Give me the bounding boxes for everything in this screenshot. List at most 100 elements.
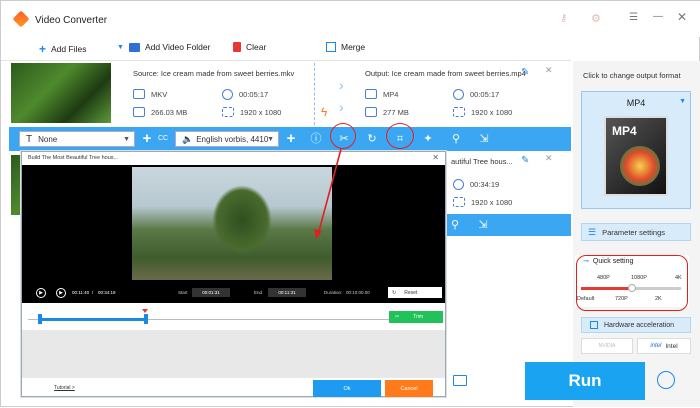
highlight-circle-crop (386, 123, 414, 149)
source-resolution-value: 1920 x 1080 (240, 107, 282, 117)
add-subtitle-icon[interactable]: + (140, 131, 154, 146)
playhead-marker[interactable] (142, 309, 148, 313)
edit-icon[interactable]: ✎ (521, 155, 529, 166)
output-resolution-value: 1920 x 1080 (471, 197, 513, 207)
output-format-selector[interactable]: MP4 ▼ MP4 (581, 91, 691, 209)
hardware-acceleration-button[interactable]: Hardware acceleration (581, 317, 691, 333)
source-format: MKV (133, 89, 167, 99)
alarm-clock-icon[interactable] (657, 371, 675, 389)
chevron-down-icon: ▼ (123, 135, 130, 143)
chip-icon (590, 321, 598, 329)
trim-start-handle[interactable] (38, 314, 42, 324)
resolution-icon (453, 197, 465, 207)
audio-track-value: English vorbis, 4410 (196, 134, 269, 144)
edit-toolbar: T None ▼ + CC 🔈 English vorbis, 4410 ▼ +… (9, 127, 571, 151)
current-time: 00:11:40 (72, 290, 90, 295)
parameter-settings-label: Parameter settings (602, 227, 666, 237)
change-format-label: Click to change output format (583, 71, 681, 80)
end-time-input[interactable]: 00:11:31 (268, 288, 306, 297)
reset-button[interactable]: ↻ Reset (388, 287, 442, 298)
close-icon[interactable]: ✕ (432, 153, 439, 162)
audio-track-select[interactable]: 🔈 English vorbis, 4410 ▼ (175, 131, 279, 147)
file-row-1[interactable]: Source: Ice cream made from sweet berrie… (9, 61, 564, 127)
hardware-acceleration-label: Hardware acceleration (604, 321, 675, 329)
intel-option[interactable]: intel Intel (637, 338, 691, 354)
info-icon[interactable]: ⓘ (309, 132, 323, 146)
output-filename: Output: Ice cream made from sweet berrie… (365, 69, 526, 78)
format-icon (365, 89, 377, 99)
trim-label: Trim (413, 314, 424, 320)
duration-value: 00:10:00.00 (346, 290, 370, 295)
clear-label: Clear (246, 42, 267, 52)
parameter-settings-button[interactable]: ☰ Parameter settings (581, 223, 691, 241)
remove-file-icon[interactable]: ✕ (545, 153, 553, 164)
arrow-divider (314, 63, 315, 125)
run-button[interactable]: Run (525, 362, 645, 400)
trim-end-handle[interactable] (144, 314, 148, 324)
output-format-value: MP4 (383, 89, 399, 99)
resolution-icon (222, 107, 234, 117)
compress-icon[interactable]: ⇲ (476, 218, 490, 232)
size-icon (365, 107, 377, 117)
remove-file-icon[interactable]: ✕ (545, 65, 553, 76)
subtitle-cc-icon[interactable]: CC (156, 132, 170, 146)
source-size: 266.03 MB (133, 107, 187, 117)
app-window: Video Converter ⚷ ⚙ ☰ — ✕ + Add Files ▼ … (0, 0, 700, 407)
add-audio-icon[interactable]: + (284, 131, 298, 146)
plus-icon: + (39, 42, 47, 56)
output-size: 277 MB (365, 107, 409, 117)
compress-icon[interactable]: ⇲ (477, 132, 491, 146)
trim-dialog: Build The Most Beautiful Tree hous... ✕ … (21, 151, 446, 397)
gear-icon[interactable]: ⚙ (591, 12, 603, 25)
subtitle-select[interactable]: T None ▼ (19, 131, 135, 147)
add-files-label: Add Files (51, 44, 87, 54)
tree-image (212, 185, 272, 255)
edit-icon[interactable]: ✎ (521, 67, 529, 78)
start-time-input[interactable]: 00:01:31 (192, 288, 230, 297)
refresh-icon: ↻ (392, 289, 397, 296)
add-files-button[interactable]: + Add Files (39, 42, 86, 56)
duration-label: Duration: (324, 290, 343, 295)
add-video-folder-button[interactable]: ▼ Add Video Folder (117, 42, 210, 52)
watermark-icon[interactable]: ⚲ (448, 218, 462, 232)
output-folder-icon[interactable] (453, 375, 467, 386)
reset-label: Reset (404, 289, 418, 296)
trash-icon (233, 42, 241, 52)
mp4-format-icon: MP4 (604, 116, 668, 196)
nvidia-option[interactable]: NVIDIA (581, 338, 633, 354)
close-button[interactable]: ✕ (677, 10, 687, 24)
key-icon[interactable]: ⚷ (560, 13, 572, 25)
merge-icon (326, 42, 336, 52)
ok-button[interactable]: Ok (313, 380, 381, 397)
scissors-icon: ✂ (395, 314, 400, 320)
effects-icon[interactable]: ✦ (421, 132, 435, 146)
mp4-icon-label: MP4 (612, 124, 637, 138)
merge-button[interactable]: Merge (326, 42, 365, 52)
step-button[interactable]: ▶ (56, 288, 66, 298)
play-button[interactable]: ▶ (36, 288, 46, 298)
main-toolbar: + Add Files ▼ Add Video Folder Clear Mer… (1, 37, 571, 61)
cancel-button[interactable]: Cancel (385, 380, 433, 397)
menu-icon[interactable]: ☰ (629, 12, 638, 23)
watermark-icon[interactable]: ⚲ (449, 132, 463, 146)
run-label: Run (568, 371, 602, 390)
trim-button[interactable]: ✂ Trim (389, 311, 443, 323)
timeline-selection (40, 318, 146, 321)
intel-logo-icon: intel (650, 343, 662, 349)
output-filename: autiful Tree hous... (451, 157, 513, 166)
format-icon (133, 89, 145, 99)
clear-button[interactable]: Clear (233, 42, 266, 52)
title-bar: Video Converter ⚷ ⚙ ☰ — ✕ (1, 1, 700, 37)
chevron-down-icon: ▼ (267, 135, 274, 143)
rotate-icon[interactable]: ↻ (365, 132, 379, 146)
ok-label: Ok (343, 385, 351, 392)
highlight-circle-trim (330, 123, 356, 149)
clock-icon (453, 179, 464, 190)
dropdown-arrow-icon: ▼ (117, 43, 124, 51)
film-image (620, 146, 660, 186)
tutorial-link[interactable]: Tutorial > (54, 385, 75, 391)
source-filename: Source: Ice cream made from sweet berrie… (133, 69, 295, 78)
output-duration-value: 00:34:19 (470, 180, 500, 189)
minimize-button[interactable]: — (653, 11, 663, 22)
video-thumbnail[interactable] (11, 63, 111, 123)
